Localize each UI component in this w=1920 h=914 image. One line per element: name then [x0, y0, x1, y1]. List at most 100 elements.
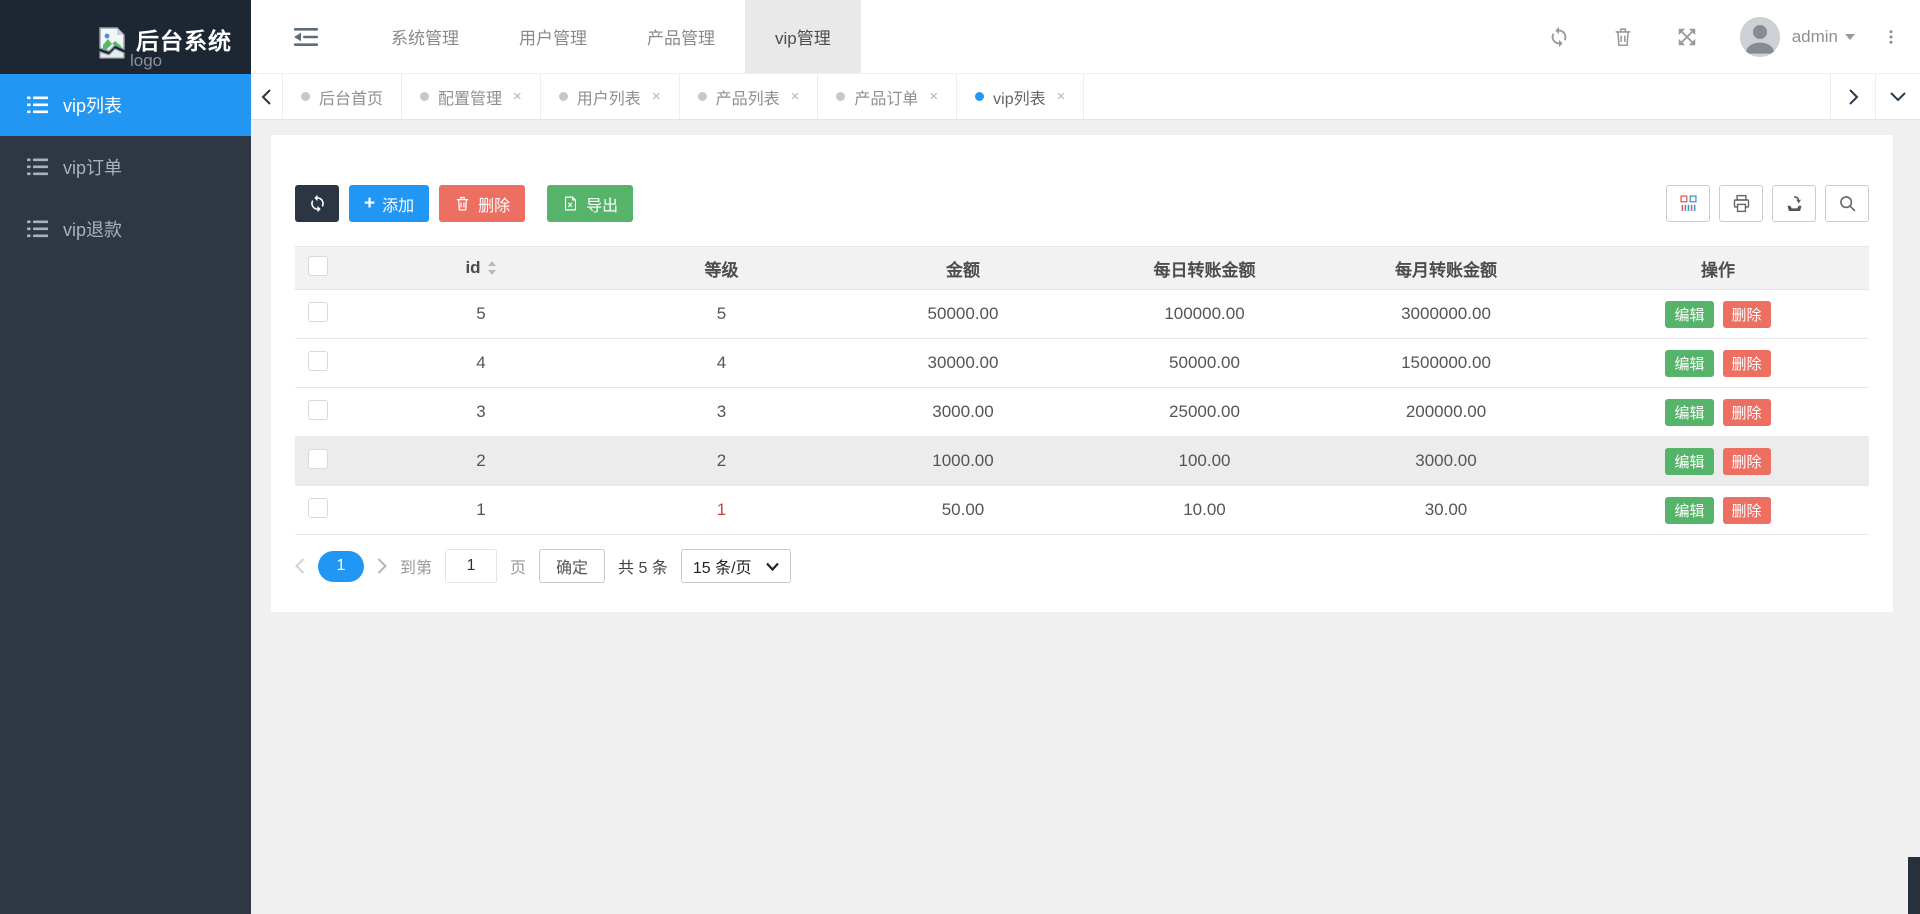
tab-home[interactable]: 后台首页 [283, 74, 403, 119]
next-page-icon[interactable] [377, 558, 387, 574]
table-header-row: id 等级 金额 每日转账金额 每月转账金额 操作 [295, 246, 1869, 290]
scrollbar-thumb[interactable] [1908, 857, 1920, 914]
edit-button[interactable]: 编辑 [1665, 496, 1714, 524]
select-all-checkbox[interactable] [308, 255, 328, 276]
brand-block: logo 后台系统 [0, 0, 251, 74]
tabs-scroll-right-icon[interactable] [1830, 74, 1875, 119]
goto-page-input[interactable] [445, 549, 498, 583]
avatar[interactable] [1739, 16, 1780, 57]
tab-close-icon[interactable]: × [929, 88, 938, 105]
username[interactable]: admin [1792, 27, 1838, 47]
sidebar: vip列表 vip订单 vip退款 [0, 74, 251, 914]
cell-amount: 30000.00 [842, 338, 1084, 388]
tab-config[interactable]: 配置管理 × [402, 74, 541, 119]
tabs-scroll-left-icon[interactable] [251, 74, 283, 119]
export-icon [1787, 196, 1801, 211]
export-data-button[interactable] [1772, 185, 1816, 222]
trash-icon[interactable] [1612, 26, 1634, 48]
list-icon [27, 158, 48, 176]
sidebar-item-vip-orders[interactable]: vip订单 [0, 136, 251, 198]
tab-close-icon[interactable]: × [1057, 88, 1066, 105]
edit-button[interactable]: 编辑 [1665, 447, 1714, 475]
export-button[interactable]: 导出 [547, 185, 634, 222]
more-vertical-icon[interactable] [1882, 26, 1900, 48]
cell-level: 3 [601, 387, 842, 437]
table-row: 1 1 50.00 10.00 30.00 编辑 删除 [295, 485, 1869, 535]
cell-id: 3 [361, 387, 601, 437]
row-checkbox[interactable] [308, 399, 328, 420]
plus-icon: + [364, 193, 376, 214]
filter-columns-button[interactable] [1666, 185, 1710, 222]
refresh-icon[interactable] [1548, 26, 1570, 48]
table-row: 4 4 30000.00 50000.00 1500000.00 编辑 删除 [295, 338, 1869, 388]
row-checkbox[interactable] [308, 350, 328, 371]
row-checkbox[interactable] [308, 301, 328, 322]
nav-item-products[interactable]: 产品管理 [617, 0, 745, 73]
app-title: 后台系统 [136, 28, 232, 54]
cell-id: 4 [361, 338, 601, 388]
table-row: 2 2 1000.00 100.00 3000.00 编辑 删除 [295, 436, 1869, 486]
delete-row-button[interactable]: 删除 [1722, 349, 1771, 377]
trash-icon [456, 196, 469, 211]
row-checkbox[interactable] [308, 497, 328, 518]
nav-item-vip[interactable]: vip管理 [745, 0, 861, 73]
tabs-menu-chevron-icon[interactable] [1875, 74, 1920, 119]
cell-id: 5 [361, 289, 601, 339]
cell-amount: 3000.00 [842, 387, 1084, 437]
search-button[interactable] [1825, 185, 1869, 222]
chevron-down-icon [765, 562, 779, 571]
tab-status-dot [420, 92, 430, 101]
nav-item-users[interactable]: 用户管理 [489, 0, 617, 73]
tab-status-dot [836, 92, 846, 101]
prev-page-icon[interactable] [295, 558, 305, 574]
page-size-select[interactable]: 15 条/页 [680, 549, 791, 583]
chevron-down-icon[interactable] [1844, 28, 1856, 46]
cell-monthly: 3000.00 [1325, 436, 1567, 486]
add-button-label: 添加 [382, 197, 415, 215]
table-tool-icons [1666, 185, 1869, 222]
pagination: 1 到第 页 确定 共 5 条 15 条/页 [295, 549, 1869, 583]
tab-close-icon[interactable]: × [652, 88, 661, 105]
refresh-button[interactable] [295, 185, 339, 222]
top-nav: 系统管理 用户管理 产品管理 vip管理 [361, 0, 861, 73]
header-body: 系统管理 用户管理 产品管理 vip管理 admin [251, 0, 1920, 73]
column-header-id[interactable]: id [361, 246, 601, 290]
tab-status-dot [975, 92, 985, 101]
sidebar-item-vip-list[interactable]: vip列表 [0, 74, 251, 136]
cell-daily: 100000.00 [1084, 289, 1325, 339]
tab-user-list[interactable]: 用户列表 × [541, 74, 680, 119]
edit-button[interactable]: 编辑 [1665, 300, 1714, 328]
confirm-button[interactable]: 确定 [539, 549, 606, 583]
sidebar-collapse-icon[interactable] [251, 0, 361, 73]
add-button[interactable]: + 添加 [349, 185, 430, 222]
cell-amount: 50000.00 [842, 289, 1084, 339]
tab-label: 后台首页 [319, 90, 384, 108]
row-checkbox[interactable] [308, 448, 328, 469]
cell-level: 2 [601, 436, 842, 486]
fullscreen-icon[interactable] [1676, 26, 1698, 48]
tab-close-icon[interactable]: × [791, 88, 800, 105]
delete-row-button[interactable]: 删除 [1722, 496, 1771, 524]
tab-close-icon[interactable]: × [513, 88, 522, 105]
tab-product-list[interactable]: 产品列表 × [680, 74, 819, 119]
edit-button[interactable]: 编辑 [1665, 349, 1714, 377]
cell-daily: 50000.00 [1084, 338, 1325, 388]
edit-button[interactable]: 编辑 [1665, 398, 1714, 426]
delete-button[interactable]: 删除 [439, 185, 526, 222]
top-header: logo 后台系统 系统管理 用户管理 产品管理 vip管理 admin [0, 0, 1920, 74]
print-button[interactable] [1719, 185, 1763, 222]
sidebar-item-label: vip订单 [63, 158, 123, 178]
column-header-actions: 操作 [1567, 246, 1869, 290]
delete-row-button[interactable]: 删除 [1722, 398, 1771, 426]
tab-vip-list[interactable]: vip列表 × [957, 74, 1085, 119]
column-header-amount: 金额 [842, 246, 1084, 290]
delete-row-button[interactable]: 删除 [1722, 300, 1771, 328]
sidebar-item-vip-refunds[interactable]: vip退款 [0, 198, 251, 260]
page-unit-label: 页 [510, 560, 527, 577]
current-page-badge[interactable]: 1 [318, 550, 364, 582]
delete-row-button[interactable]: 删除 [1722, 447, 1771, 475]
tab-product-orders[interactable]: 产品订单 × [818, 74, 958, 119]
main-content: + 添加 删除 导出 id 等级 金额 每日转账金额 每月转账金额 操作 5 5… [251, 120, 1920, 914]
tab-label: 用户列表 [576, 90, 641, 108]
nav-item-system[interactable]: 系统管理 [361, 0, 489, 73]
